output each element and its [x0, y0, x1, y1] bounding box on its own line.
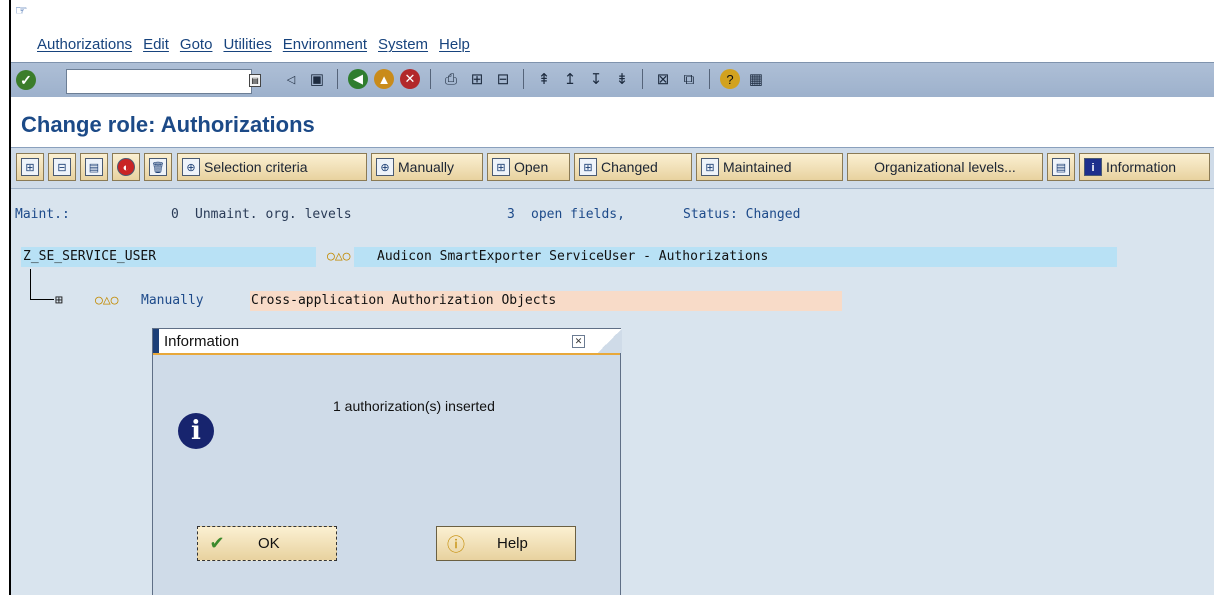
- last-page-icon[interactable]: ⇟: [612, 68, 632, 90]
- first-page-icon[interactable]: ⇞: [534, 68, 554, 90]
- manually-label: Manually: [398, 159, 455, 175]
- application-toolbar: ⊞ ⊟ ▤ ◐ 🗑 ⊕ Selection criteria ⊕ Manually …: [11, 148, 1214, 189]
- toolbar-separator: [709, 69, 710, 89]
- open-count: 3: [507, 207, 515, 222]
- help-icon[interactable]: ?: [720, 69, 740, 89]
- menu-utilities[interactable]: Utilities: [223, 36, 271, 58]
- toolbar-separator: [337, 69, 338, 89]
- dialog-corner: [597, 329, 622, 353]
- open-fields-label: open fields,: [531, 207, 625, 222]
- title-bar: Change role: Authorizations: [11, 97, 1214, 148]
- information-label: Information: [1106, 159, 1177, 175]
- print-icon[interactable]: ⎙: [441, 68, 461, 90]
- menu-system[interactable]: System: [378, 36, 428, 58]
- shortcut-icon[interactable]: ⧉: [679, 68, 699, 90]
- status-button[interactable]: ◐: [112, 153, 140, 181]
- maintained-icon: ⊞: [701, 158, 719, 176]
- toolbar-separator: [430, 69, 431, 89]
- list-button[interactable]: ▤: [1047, 153, 1075, 181]
- find-next-icon[interactable]: ⊟: [493, 68, 513, 90]
- node-description[interactable]: Cross-application Authorization Objects: [251, 293, 556, 308]
- collapse-icon: ⊟: [53, 158, 71, 176]
- open-label: Open: [514, 159, 549, 175]
- command-field[interactable]: [66, 69, 252, 94]
- information-icon: i: [178, 413, 214, 449]
- ok-label: OK: [258, 535, 280, 552]
- template-button[interactable]: ▤: [80, 153, 108, 181]
- tree-line-horizontal: [30, 299, 54, 300]
- command-history-icon[interactable]: ▤: [249, 74, 261, 87]
- delete-button[interactable]: 🗑: [144, 153, 172, 181]
- toolbar-separator: [642, 69, 643, 89]
- role-name[interactable]: Z_SE_SERVICE_USER: [23, 249, 156, 264]
- standard-toolbar: ✓ ▤ ◁ ▣ ◀ ▲ ✕ ⎙ ⊞ ⊟ ⇞ ↥ ↧ ⇟ ⊠ ⧉ ? ▦: [11, 62, 1214, 98]
- manually-button[interactable]: ⊕ Manually: [371, 153, 483, 181]
- toolbar-separator: [523, 69, 524, 89]
- selection-criteria-button[interactable]: ⊕ Selection criteria: [177, 153, 367, 181]
- menu-help[interactable]: Help: [439, 36, 470, 58]
- collapse-button[interactable]: ⊟: [48, 153, 76, 181]
- status-text: Status: Changed: [683, 207, 801, 222]
- help-button[interactable]: ⓘ Help: [436, 526, 576, 561]
- ok-button[interactable]: ✔ OK: [197, 526, 337, 561]
- create-session-icon[interactable]: ⊠: [653, 68, 673, 90]
- tree-line-vertical: [30, 269, 31, 300]
- info-icon: i: [1084, 158, 1102, 176]
- traffic-light-icon[interactable]: ○△○: [95, 293, 118, 308]
- menu-environment[interactable]: Environment: [283, 36, 367, 58]
- trash-icon: 🗑: [149, 158, 167, 176]
- selection-criteria-label: Selection criteria: [204, 159, 308, 175]
- add-object-icon: ⊕: [182, 158, 200, 176]
- maintained-button[interactable]: ⊞ Maintained: [696, 153, 843, 181]
- node-type: Manually: [141, 293, 204, 308]
- maint-label: Maint.:: [15, 207, 70, 222]
- dialog-title-accent: [153, 329, 159, 353]
- unmaint-org-levels: Unmaint. org. levels: [195, 207, 352, 222]
- dialog-title-bar: Information ✕: [153, 329, 622, 355]
- next-page-icon[interactable]: ↧: [586, 68, 606, 90]
- information-button[interactable]: i Information: [1079, 153, 1210, 181]
- list-icon: ▤: [1052, 158, 1070, 176]
- menu-goto[interactable]: Goto: [180, 36, 213, 58]
- open-button[interactable]: ⊞ Open: [487, 153, 570, 181]
- maintained-label: Maintained: [723, 159, 792, 175]
- toolbar-icons: ◁ ▣ ◀ ▲ ✕ ⎙ ⊞ ⊟ ⇞ ↥ ↧ ⇟ ⊠ ⧉ ? ▦: [281, 68, 766, 90]
- cancel-icon[interactable]: ✕: [400, 69, 420, 89]
- layout-icon[interactable]: ▦: [746, 68, 766, 90]
- checkmark-icon: ✔: [209, 533, 225, 553]
- organizational-levels-button[interactable]: Organizational levels...: [847, 153, 1043, 181]
- dialog-title: Information: [164, 333, 240, 350]
- changed-label: Changed: [601, 159, 658, 175]
- page-title: Change role: Authorizations: [21, 112, 315, 137]
- back-icon[interactable]: ◀: [348, 69, 368, 89]
- menu-authorizations[interactable]: Authorizations: [37, 36, 132, 58]
- organizational-levels-label: Organizational levels...: [874, 159, 1016, 175]
- role-description: Audicon SmartExporter ServiceUser - Auth…: [377, 249, 769, 264]
- maint-count: 0: [171, 207, 179, 222]
- add-manually-icon: ⊕: [376, 158, 394, 176]
- status-icon: ◐: [117, 158, 135, 176]
- find-icon[interactable]: ⊞: [467, 68, 487, 90]
- template-icon: ▤: [85, 158, 103, 176]
- exit-icon[interactable]: ▲: [374, 69, 394, 89]
- expand-icon: ⊞: [21, 158, 39, 176]
- dialog-message: 1 authorization(s) inserted: [333, 398, 495, 414]
- expand-button[interactable]: ⊞: [16, 153, 44, 181]
- expand-node-icon[interactable]: ⊞: [55, 293, 63, 308]
- save-icon[interactable]: ▣: [307, 68, 327, 90]
- changed-icon: ⊞: [579, 158, 597, 176]
- menu-bar: Authorizations Edit Goto Utilities Envir…: [37, 36, 481, 58]
- open-icon: ⊞: [492, 158, 510, 176]
- help-label: Help: [497, 535, 528, 552]
- system-menu-icon[interactable]: ☞: [15, 3, 31, 17]
- information-dialog: Information ✕ i 1 authorization(s) inser…: [152, 328, 622, 595]
- enter-icon[interactable]: ✓: [16, 70, 36, 90]
- previous-page-icon[interactable]: ↥: [560, 68, 580, 90]
- close-icon[interactable]: ✕: [572, 335, 585, 348]
- help-icon: ⓘ: [447, 534, 465, 555]
- changed-button[interactable]: ⊞ Changed: [574, 153, 692, 181]
- traffic-light-icon[interactable]: ○△○: [327, 249, 350, 264]
- menu-edit[interactable]: Edit: [143, 36, 169, 58]
- back-arrow-icon[interactable]: ◁: [281, 68, 301, 90]
